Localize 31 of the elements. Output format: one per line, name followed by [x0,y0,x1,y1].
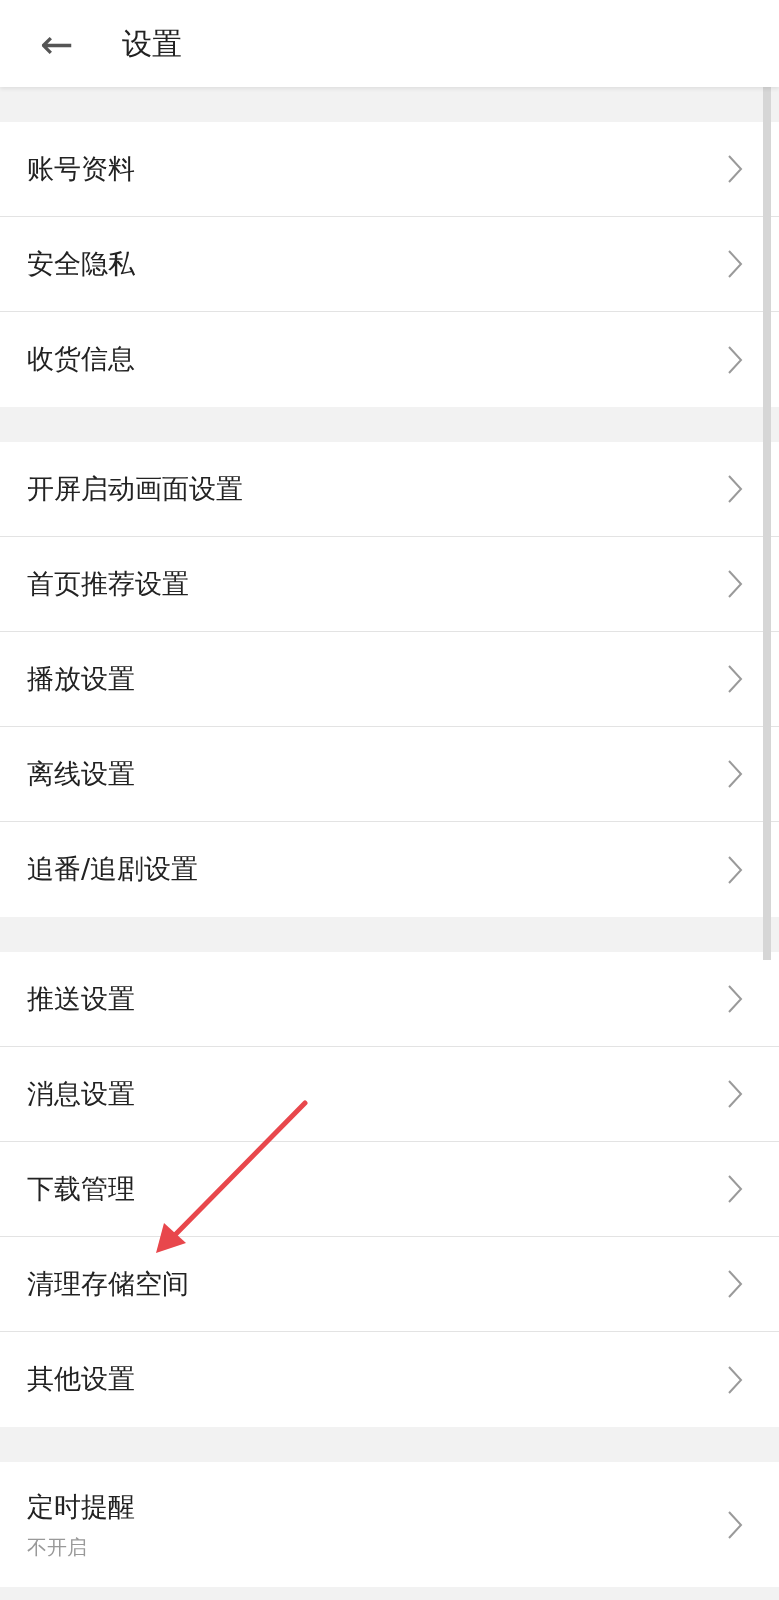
chevron-icon [727,249,743,279]
item-label: 收货信息 [27,342,135,377]
chevron-icon [727,154,743,184]
chevron-icon [727,569,743,599]
item-label: 清理存储空间 [27,1266,189,1301]
chevron-icon [727,854,743,885]
item-subtitle: 不开启 [27,1533,88,1561]
item-label: 离线设置 [27,756,135,791]
chevron-icon [727,759,743,789]
item-label: 首页推荐设置 [27,566,189,601]
item-label: 其他设置 [27,1362,135,1397]
back-button[interactable]: ← [40,23,74,64]
item-label: 播放设置 [27,661,135,696]
item-label: 定时提醒 [27,1490,135,1525]
chevron-icon [727,344,743,375]
item-label: 安全隐私 [27,246,135,281]
page-title: 设置 [121,25,182,63]
item-label: 追番/追剧设置 [27,852,199,887]
chevron-icon [727,664,743,694]
item-label: 推送设置 [27,981,135,1016]
chevron-icon [727,1174,743,1204]
chevron-icon [727,1079,743,1109]
item-label: 消息设置 [27,1076,135,1111]
chevron-icon [727,1364,743,1395]
chevron-icon [727,474,743,504]
item-label: 账号资料 [27,151,135,186]
item-label: 开屏启动画面设置 [27,471,243,506]
chevron-icon [727,1509,743,1540]
chevron-icon [727,1269,743,1299]
chevron-icon [727,984,743,1014]
item-label: 下载管理 [27,1171,135,1206]
